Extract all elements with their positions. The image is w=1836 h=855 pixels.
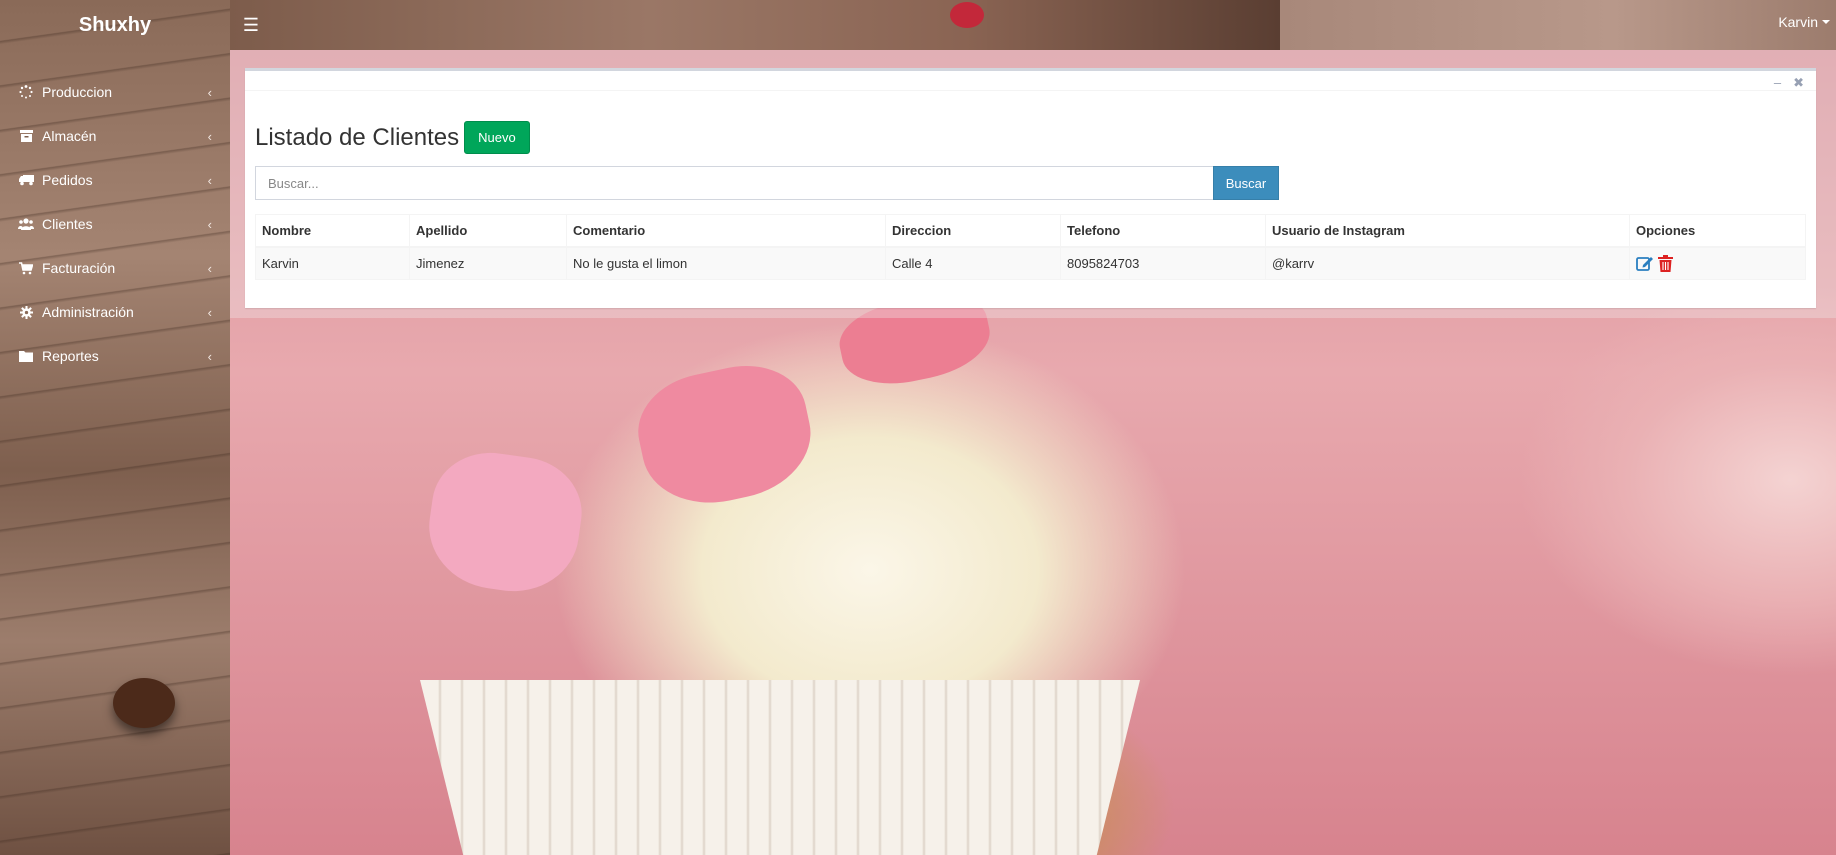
panel-tools: – ✖ <box>1774 76 1804 89</box>
edit-icon[interactable] <box>1636 255 1654 272</box>
trash-icon[interactable] <box>1658 254 1673 272</box>
chevron-left-icon: ‹ <box>207 216 212 232</box>
cart-icon <box>18 260 34 276</box>
sidebar-item-label: Produccion <box>42 84 113 100</box>
topbar-background <box>230 0 1280 50</box>
hamburger-menu-icon[interactable]: ☰ <box>240 12 262 38</box>
cell-nombre: Karvin <box>255 246 410 280</box>
sidebar-nav: Produccion ‹ Almacén ‹ Pedidos ‹ Cliente… <box>0 70 230 378</box>
sidebar-item-label: Clientes <box>42 216 93 232</box>
search-button[interactable]: Buscar <box>1213 166 1279 200</box>
caret-down-icon <box>1822 20 1830 24</box>
sidebar-item-label: Pedidos <box>42 172 93 188</box>
folder-icon <box>18 348 34 364</box>
clients-panel: – ✖ Listado de Clientes Nuevo Buscar Nom… <box>245 68 1816 308</box>
new-client-button[interactable]: Nuevo <box>464 121 530 154</box>
column-header-nombre[interactable]: Nombre <box>255 214 410 248</box>
truck-icon <box>18 172 34 188</box>
cell-comentario: No le gusta el limon <box>566 246 886 280</box>
background-cupcake-liner <box>420 680 1140 855</box>
spinner-icon <box>18 84 34 100</box>
column-header-comentario[interactable]: Comentario <box>566 214 886 248</box>
sidebar-item-produccion[interactable]: Produccion ‹ <box>0 70 230 114</box>
background-chocolate <box>113 678 175 728</box>
chevron-left-icon: ‹ <box>207 84 212 100</box>
sidebar-item-label: Almacén <box>42 128 97 144</box>
chevron-left-icon: ‹ <box>207 172 212 188</box>
chevron-left-icon: ‹ <box>207 348 212 364</box>
column-header-telefono[interactable]: Telefono <box>1060 214 1266 248</box>
cell-telefono: 8095824703 <box>1060 246 1266 280</box>
brand-logo[interactable]: Shuxhy <box>0 0 230 50</box>
chevron-left-icon: ‹ <box>207 128 212 144</box>
minimize-icon[interactable]: – <box>1774 76 1781 89</box>
column-header-apellido[interactable]: Apellido <box>409 214 567 248</box>
gear-icon <box>18 304 34 320</box>
sidebar-item-reportes[interactable]: Reportes ‹ <box>0 334 230 378</box>
clients-table: Nombre Apellido Comentario Direccion Tel… <box>255 214 1806 280</box>
sidebar-item-clientes[interactable]: Clientes ‹ <box>0 202 230 246</box>
user-name: Karvin <box>1778 14 1818 30</box>
close-icon[interactable]: ✖ <box>1793 76 1804 89</box>
sidebar-item-almacen[interactable]: Almacén ‹ <box>0 114 230 158</box>
chevron-left-icon: ‹ <box>207 260 212 276</box>
column-header-instagram[interactable]: Usuario de Instagram <box>1265 214 1630 248</box>
search-bar: Buscar <box>255 166 1279 200</box>
archive-icon <box>18 128 34 144</box>
search-input[interactable] <box>255 166 1213 200</box>
user-menu[interactable]: Karvin <box>1778 14 1830 30</box>
background-candy <box>950 2 984 28</box>
cell-apellido: Jimenez <box>409 246 567 280</box>
panel-header: – ✖ <box>245 71 1816 91</box>
sidebar-item-facturacion[interactable]: Facturación ‹ <box>0 246 230 290</box>
page-title: Listado de Clientes <box>255 123 460 151</box>
topbar-background-right <box>1280 0 1836 50</box>
sidebar-item-pedidos[interactable]: Pedidos ‹ <box>0 158 230 202</box>
users-icon <box>18 216 34 232</box>
sidebar-item-label: Facturación <box>42 260 116 276</box>
table-header-row: Nombre Apellido Comentario Direccion Tel… <box>255 214 1806 248</box>
sidebar-item-label: Reportes <box>42 348 99 364</box>
sidebar-item-label: Administración <box>42 304 134 320</box>
column-header-opciones: Opciones <box>1629 214 1806 248</box>
cell-direccion: Calle 4 <box>885 246 1061 280</box>
cell-instagram: @karrv <box>1265 246 1630 280</box>
sidebar-item-administracion[interactable]: Administración ‹ <box>0 290 230 334</box>
table-row: Karvin Jimenez No le gusta el limon Call… <box>255 246 1806 280</box>
page-heading: Listado de Clientes Nuevo <box>255 121 530 154</box>
column-header-direccion[interactable]: Direccion <box>885 214 1061 248</box>
chevron-left-icon: ‹ <box>207 304 212 320</box>
cell-opciones <box>1629 246 1806 280</box>
